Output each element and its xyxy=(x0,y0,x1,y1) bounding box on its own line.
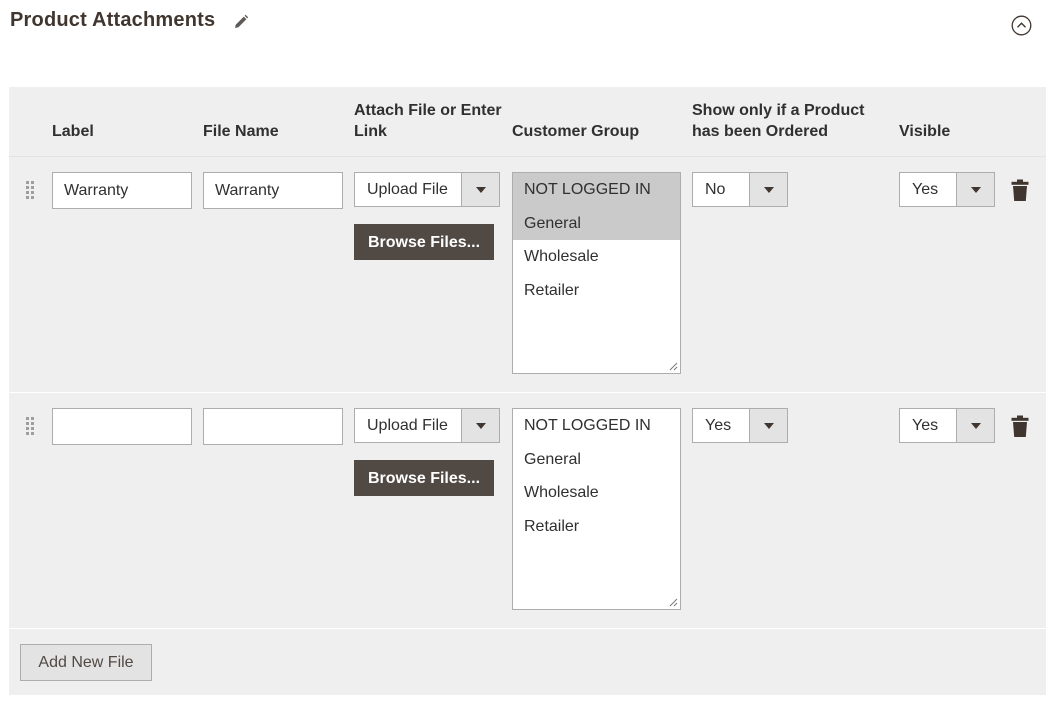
attach-type-select[interactable]: Upload File xyxy=(354,408,500,443)
resize-grip-icon[interactable] xyxy=(669,362,678,371)
attachments-grid: Label File Name Attach File or Enter Lin… xyxy=(9,87,1046,695)
label-input[interactable] xyxy=(52,408,192,445)
customer-group-multiselect[interactable]: NOT LOGGED IN General Wholesale Retailer xyxy=(512,408,681,610)
column-show-ordered-line1: Show only if a Product xyxy=(692,102,865,119)
column-file-name: File Name xyxy=(203,123,279,140)
show-if-ordered-select[interactable]: Yes xyxy=(692,408,788,443)
customer-group-option[interactable]: General xyxy=(513,206,680,240)
customer-group-option[interactable]: Wholesale xyxy=(513,240,680,274)
trash-icon[interactable] xyxy=(1011,179,1029,201)
grid-header: Label File Name Attach File or Enter Lin… xyxy=(9,87,1046,157)
chevron-down-icon xyxy=(461,409,499,442)
attachment-row: Upload File Browse Files... NOT LOGGED I… xyxy=(9,394,1046,629)
customer-group-option[interactable]: Retailer xyxy=(513,510,680,544)
attach-type-value: Upload File xyxy=(367,417,448,434)
chevron-down-icon xyxy=(461,173,499,206)
visible-select[interactable]: Yes xyxy=(899,408,995,443)
chevron-up-circle-icon[interactable] xyxy=(1011,15,1032,36)
pencil-icon[interactable] xyxy=(232,13,250,31)
customer-group-option[interactable]: NOT LOGGED IN xyxy=(513,173,680,207)
attachment-row: Upload File Browse Files... NOT LOGGED I… xyxy=(9,158,1046,393)
column-customer-group: Customer Group xyxy=(512,123,640,140)
customer-group-option[interactable]: Retailer xyxy=(513,274,680,308)
file-name-input[interactable] xyxy=(203,408,343,445)
label-input[interactable] xyxy=(52,172,192,209)
attach-type-select[interactable]: Upload File xyxy=(354,172,500,207)
column-show-ordered-line2: has been Ordered xyxy=(692,123,829,140)
visible-value: Yes xyxy=(912,181,939,198)
trash-icon[interactable] xyxy=(1011,415,1029,437)
chevron-down-icon xyxy=(956,409,994,442)
show-if-ordered-value: Yes xyxy=(705,417,732,434)
file-name-input[interactable] xyxy=(203,172,343,209)
chevron-down-icon xyxy=(749,409,787,442)
browse-files-button[interactable]: Browse Files... xyxy=(354,224,494,260)
customer-group-multiselect[interactable]: NOT LOGGED IN General Wholesale Retailer xyxy=(512,172,681,374)
column-visible: Visible xyxy=(899,123,951,140)
column-attach-line2: Link xyxy=(354,123,387,140)
customer-group-option[interactable]: General xyxy=(513,443,680,477)
column-attach-line1: Attach File or Enter xyxy=(354,102,502,119)
section-title: Product Attachments xyxy=(10,9,216,31)
show-if-ordered-value: No xyxy=(705,181,726,198)
attach-type-value: Upload File xyxy=(367,181,448,198)
visible-select[interactable]: Yes xyxy=(899,172,995,207)
column-show-ordered: Show only if a Product has been Ordered xyxy=(692,100,864,142)
column-label: Label xyxy=(52,123,94,140)
drag-handle-icon[interactable] xyxy=(26,417,35,435)
chevron-down-icon xyxy=(956,173,994,206)
show-if-ordered-select[interactable]: No xyxy=(692,172,788,207)
drag-handle-icon[interactable] xyxy=(26,181,35,199)
chevron-down-icon xyxy=(749,173,787,206)
customer-group-option[interactable]: NOT LOGGED IN xyxy=(513,409,680,443)
visible-value: Yes xyxy=(912,417,939,434)
browse-files-button[interactable]: Browse Files... xyxy=(354,460,494,496)
add-new-file-button[interactable]: Add New File xyxy=(20,644,152,681)
customer-group-option[interactable]: Wholesale xyxy=(513,476,680,510)
column-attach-file: Attach File or Enter Link xyxy=(354,100,502,142)
resize-grip-icon[interactable] xyxy=(669,598,678,607)
